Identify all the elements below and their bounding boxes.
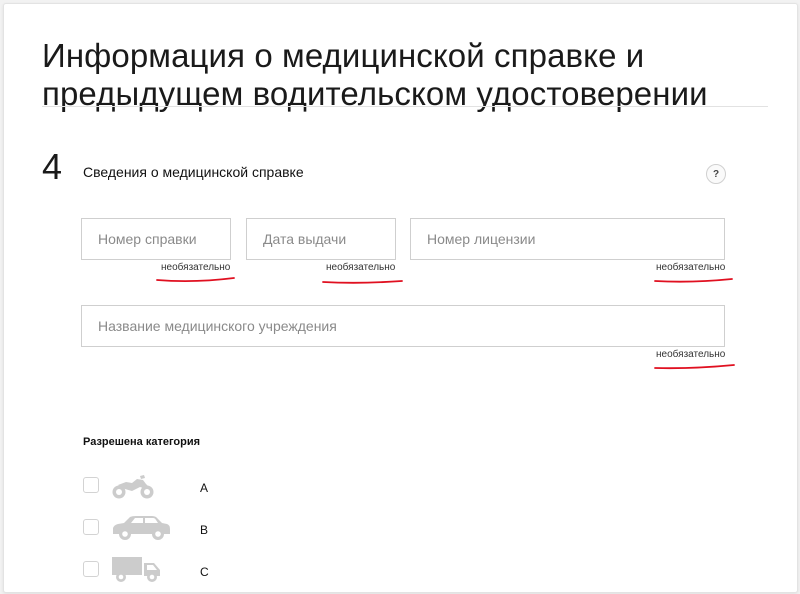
license-number-optional-hint: необязательно: [656, 262, 726, 273]
truck-icon: [112, 557, 160, 582]
category-c-label: C: [200, 565, 209, 579]
page-title-line-1: Информация о медицинской справке и: [42, 37, 645, 74]
certificate-number-optional-hint: необязательно: [161, 262, 231, 273]
page-title: Информация о медицинской справке и преды…: [42, 37, 772, 113]
car-icon: [113, 516, 170, 540]
medical-institution-hint-underline: [654, 364, 735, 370]
step-number: 4: [42, 146, 63, 187]
category-c-checkbox[interactable]: [83, 561, 99, 577]
issue-date-hint-underline: [322, 280, 403, 284]
license-number-hint-underline: [654, 278, 733, 283]
medical-institution-input[interactable]: [81, 305, 725, 347]
issue-date-input[interactable]: [246, 218, 396, 260]
categories-title: Разрешена категория: [83, 436, 201, 448]
form-card: Информация о медицинской справке и преды…: [3, 3, 798, 593]
category-b-checkbox[interactable]: [83, 519, 99, 535]
help-button[interactable]: ?: [706, 164, 726, 184]
category-a-label: A: [200, 481, 209, 495]
title-divider: [42, 106, 768, 107]
category-a-checkbox[interactable]: [83, 477, 99, 493]
certificate-number-input[interactable]: [81, 218, 231, 260]
certificate-number-hint-underline: [156, 277, 235, 283]
issue-date-optional-hint: необязательно: [326, 262, 396, 273]
medical-institution-optional-hint: необязательно: [656, 349, 726, 360]
section-title: Сведения о медицинской справке: [83, 164, 304, 180]
license-number-input[interactable]: [410, 218, 725, 260]
motorcycle-icon: [112, 475, 154, 499]
category-b-label: B: [200, 523, 209, 537]
